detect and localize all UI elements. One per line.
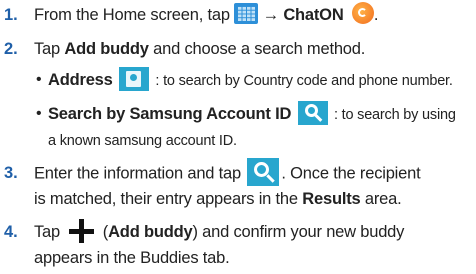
bullet-text: : to search by Country code and phone nu… [155,73,453,89]
bullet-dot: • [36,71,42,88]
step-text: From the Home screen, tap [34,6,230,24]
step-text: appears in the Buddies tab. [34,249,230,267]
address-book-icon [119,66,150,91]
arrow: → [262,6,280,24]
step-number: 3. [4,164,18,182]
add-buddy-label: Add buddy [108,223,193,241]
bullet-text-continued: a known samsung account ID. [48,133,237,149]
bullet-text: : to search by using [333,107,456,123]
bullet-dot: • [36,105,42,122]
step-number: 2. [4,40,18,58]
address-label: Address [48,71,113,89]
step-text: and choose a search method. [153,40,366,58]
chaton-app-icon [351,1,374,24]
step-text: . Once the recipient [281,164,421,183]
plus-icon [66,217,97,244]
step-text: Tap [34,223,61,241]
results-label: Results [302,190,361,208]
chaton-label: ChatON [283,6,344,24]
search-by-account-label: Search by Samsung Account ID [48,105,292,123]
search-icon [297,100,328,125]
step-text: area. [364,190,402,208]
apps-grid-icon [234,3,259,25]
step-text: ) and confirm your new buddy [192,223,405,241]
step-text: Tap [34,40,61,58]
step-text: is matched, their entry appears in the [34,190,298,208]
period: . [373,6,379,24]
add-buddy-label: Add buddy [64,40,149,58]
step-text: Enter the information and tap [34,164,242,183]
search-icon [247,158,280,186]
step-number: 1. [4,6,18,24]
step-number: 4. [4,223,18,241]
